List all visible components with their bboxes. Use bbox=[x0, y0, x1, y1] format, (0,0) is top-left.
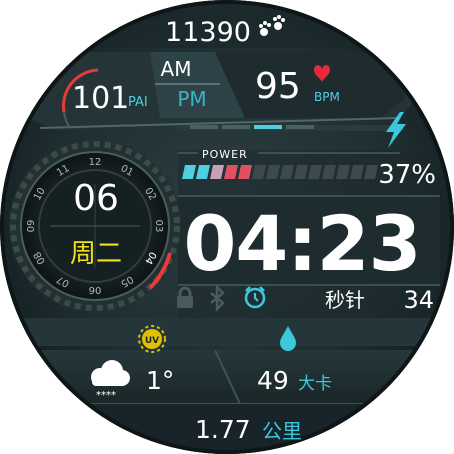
dial-number: 03 bbox=[153, 220, 164, 233]
heart-panel bbox=[215, 52, 406, 118]
time-display: 04:23 bbox=[184, 199, 421, 288]
seconds-label: 秒针 bbox=[325, 288, 365, 312]
calories-value: 49 bbox=[257, 366, 289, 395]
pai-unit: PAI bbox=[128, 95, 148, 110]
uv-label: UV bbox=[145, 336, 159, 346]
seconds-value: 34 bbox=[403, 286, 434, 314]
calories-unit: 大卡 bbox=[298, 374, 332, 394]
distance-value: 1.77 bbox=[195, 415, 251, 444]
dial-number: 12 bbox=[89, 157, 102, 168]
pm-label[interactable]: PM bbox=[177, 87, 206, 111]
distance-unit: 公里 bbox=[262, 419, 302, 443]
weather-stars: **** bbox=[96, 390, 116, 401]
date-weekday: 周二 bbox=[70, 239, 122, 269]
pai-value: 101 bbox=[72, 81, 129, 116]
dial-number: 09 bbox=[26, 220, 37, 233]
heart-rate-value: 95 bbox=[255, 66, 301, 107]
heart-rate-unit: BPM bbox=[314, 90, 340, 104]
date-day: 06 bbox=[73, 178, 119, 219]
dial-number: 06 bbox=[89, 284, 102, 295]
weather-temp: 1° bbox=[146, 366, 174, 395]
steps-value: 11390 bbox=[165, 17, 251, 48]
am-label[interactable]: AM bbox=[161, 57, 192, 81]
watch-face: 11390 AM PM 101 PAI 95 BPM POWER 37% 12 0… bbox=[0, 0, 454, 454]
power-label: POWER bbox=[202, 148, 248, 161]
bottom-band bbox=[20, 318, 440, 346]
battery-percent: 37% bbox=[378, 160, 436, 190]
